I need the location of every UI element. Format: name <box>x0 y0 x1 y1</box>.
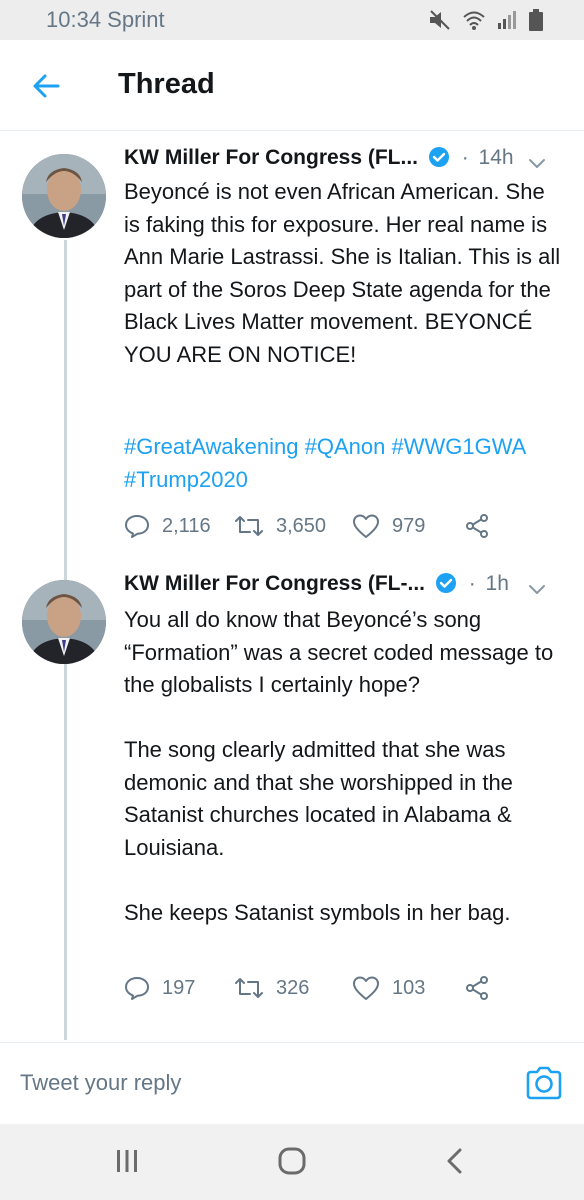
reply-button[interactable]: 197 <box>124 975 234 1001</box>
back-icon <box>447 1148 462 1174</box>
share-icon <box>466 514 488 538</box>
avatar-image <box>22 580 106 664</box>
retweet-button[interactable]: 3,650 <box>234 513 352 539</box>
tweet-time: 1h <box>485 572 509 595</box>
separator-dot: · <box>468 572 476 595</box>
retweet-count: 3,650 <box>276 514 327 537</box>
author-name[interactable]: KW Miller For Congress (FL... <box>124 146 418 169</box>
status-time-carrier: 10:34 Sprint <box>46 7 165 32</box>
recent-apps-icon <box>117 1150 137 1172</box>
heart-icon <box>353 514 379 538</box>
share-icon <box>466 976 488 1000</box>
tweet-actions: 2,116 3,650 979 <box>124 508 502 544</box>
like-button[interactable]: 103 <box>352 975 464 1001</box>
status-bar: 10:34 Sprint <box>0 0 584 40</box>
hashtag-link[interactable]: #Trump2020 <box>124 467 248 492</box>
separator-dot: · <box>461 146 469 169</box>
signal-icon <box>498 11 516 29</box>
back-button[interactable] <box>28 68 64 104</box>
avatar[interactable] <box>22 580 106 664</box>
reply-icon <box>125 977 149 1000</box>
avatar[interactable] <box>22 154 106 238</box>
tweet-actions: 197 326 103 <box>124 970 502 1006</box>
retweet-count: 326 <box>276 976 310 999</box>
tweet-text: Beyoncé is not even African American. Sh… <box>124 179 567 367</box>
retweet-icon <box>235 516 263 536</box>
page-title: Thread <box>118 68 215 100</box>
share-button[interactable] <box>464 975 502 1001</box>
battery-icon <box>529 9 543 31</box>
hashtag-link[interactable]: #QAnon <box>305 434 386 459</box>
home-button[interactable] <box>276 1146 308 1181</box>
retweet-button[interactable]: 326 <box>234 975 352 1001</box>
camera-button[interactable] <box>524 1065 564 1106</box>
tweet-hashtags: #GreatAwakening #QAnon #WWG1GWA #Trump20… <box>124 431 564 496</box>
tweet-text: You all do know that Beyoncé’s song “For… <box>124 607 554 925</box>
home-icon <box>278 1147 306 1175</box>
thread-header: Thread <box>0 40 584 131</box>
retweet-icon <box>235 978 263 998</box>
reply-bar <box>0 1042 584 1125</box>
chevron-down-icon[interactable] <box>526 152 548 174</box>
status-icons <box>428 8 544 32</box>
reply-count: 197 <box>162 976 196 999</box>
like-button[interactable]: 979 <box>352 513 464 539</box>
heart-icon <box>353 976 379 1000</box>
avatar-image <box>22 154 106 238</box>
system-nav-bar <box>0 1124 584 1200</box>
tweet-time: 14h <box>478 146 514 169</box>
share-button[interactable] <box>464 513 502 539</box>
like-count: 979 <box>392 514 426 537</box>
reply-count: 2,116 <box>162 514 211 537</box>
hashtag-link[interactable]: #GreatAwakening <box>124 434 299 459</box>
reply-icon <box>125 515 149 538</box>
back-nav-button[interactable] <box>440 1146 470 1181</box>
arrow-left-icon <box>33 74 60 98</box>
chevron-down-icon[interactable] <box>526 578 548 600</box>
hashtag-link[interactable]: #WWG1GWA <box>391 434 525 459</box>
verified-badge-icon <box>428 147 449 167</box>
reply-button[interactable]: 2,116 <box>124 513 234 539</box>
reply-input[interactable] <box>20 1065 500 1101</box>
recent-apps-button[interactable] <box>112 1146 142 1181</box>
verified-badge-icon <box>435 573 456 593</box>
tweet-header: KW Miller For Congress (FL-... · 1h <box>124 572 564 608</box>
wifi-icon <box>463 11 485 30</box>
like-count: 103 <box>392 976 426 999</box>
author-name[interactable]: KW Miller For Congress (FL-... <box>124 572 425 595</box>
mute-icon <box>430 10 450 30</box>
camera-icon <box>526 1066 562 1100</box>
